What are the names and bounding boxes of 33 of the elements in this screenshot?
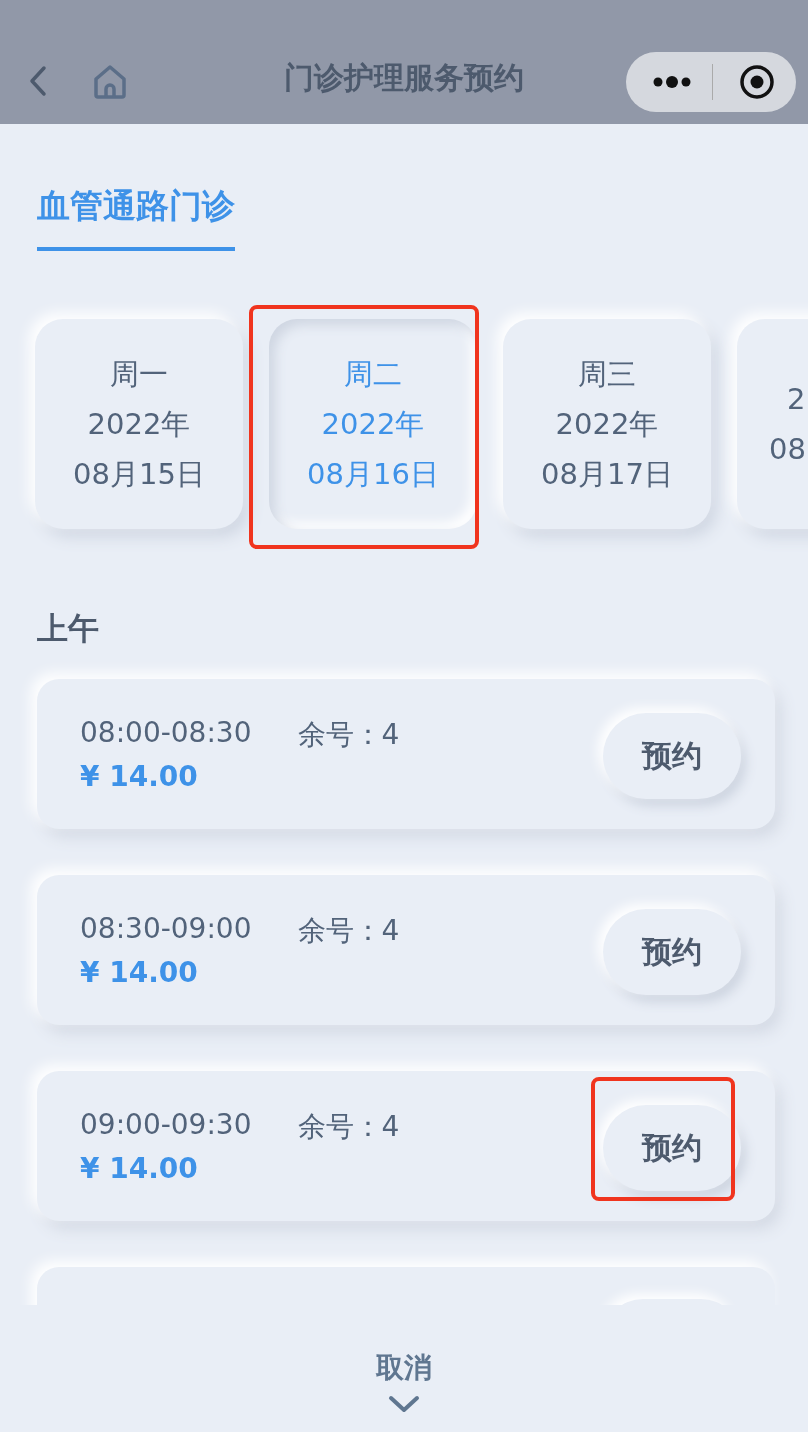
price-label: ¥ 14.00 — [80, 1151, 199, 1185]
date-card[interactable]: 周一 2022年 08月15日 — [35, 319, 243, 529]
date-label: 08月16日 — [307, 456, 439, 493]
weekday-label: 周一 — [110, 356, 168, 393]
price-label: ¥ 14.00 — [80, 955, 199, 989]
book-button[interactable]: 预约 — [603, 909, 741, 995]
time-range: 08:30-09:00 — [80, 911, 252, 947]
more-icon[interactable] — [652, 75, 692, 89]
clinic-tab[interactable]: 血管通路门诊 — [37, 184, 235, 251]
chevron-down-icon — [388, 1395, 420, 1413]
year-label: 2022年 — [555, 406, 659, 443]
book-button[interactable]: 预约 — [603, 713, 741, 799]
cancel-button[interactable]: 取消 — [376, 1349, 432, 1413]
time-range: 08:00-08:30 — [80, 715, 252, 751]
year-label: 2 — [786, 381, 806, 418]
remaining-count: 余号：4 — [297, 1108, 400, 1145]
date-card[interactable]: 2 08 — [737, 319, 808, 529]
remaining-count: 余号：4 — [297, 912, 400, 949]
date-card[interactable]: 周三 2022年 08月17日 — [503, 319, 711, 529]
date-label: 08月17日 — [541, 456, 673, 493]
weekday-label: 周二 — [344, 356, 402, 393]
page-title: 门诊护理服务预约 — [284, 59, 524, 97]
book-button[interactable]: 预约 — [603, 1105, 741, 1191]
price-label: ¥ 14.00 — [80, 759, 199, 793]
weekday-label: 周三 — [578, 356, 636, 393]
date-label: 08 — [769, 431, 806, 468]
year-label: 2022年 — [321, 406, 425, 443]
section-title: 上午 — [36, 609, 100, 648]
time-range: 09:00-09:30 — [80, 1107, 252, 1143]
remaining-count: 余号：4 — [297, 716, 400, 753]
year-label: 2022年 — [87, 406, 191, 443]
date-card[interactable]: 周二 2022年 08月16日 — [269, 319, 477, 529]
date-label: 08月15日 — [73, 456, 205, 493]
